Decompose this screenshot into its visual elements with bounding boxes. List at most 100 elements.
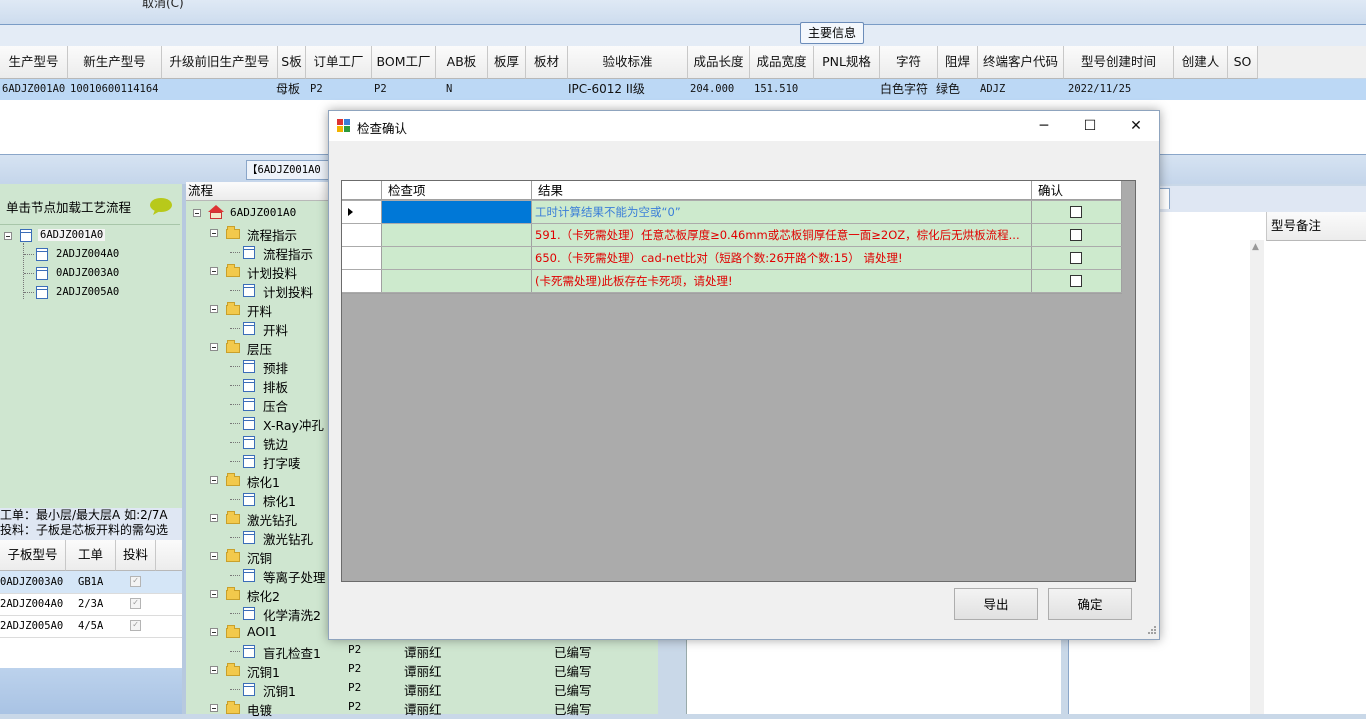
confirm-checkbox[interactable] [1070,206,1082,218]
flow-step-group[interactable]: AOI1 [247,624,277,639]
row-header[interactable] [342,224,382,246]
flow-collapse-icon[interactable] [210,305,218,313]
sub-grid-row[interactable]: 2ADJZ005A0 4/5A ✓ [0,615,182,638]
flow-step-group[interactable]: 激光钻孔 [247,510,297,529]
flow-step[interactable]: 排板 [263,377,288,396]
cancel-menu-item[interactable]: 取消(C) [142,0,184,11]
flow-step-group[interactable]: 棕化1 [247,472,280,491]
grid-header-cell: 成品宽度 [750,46,814,79]
check-result-cell: 工时计算结果不能为空或“0” [532,201,1032,223]
confirm-cell [1032,247,1122,269]
flow-step[interactable]: 沉铜1 [263,681,296,700]
flow-step[interactable]: X-Ray冲孔 [263,415,324,434]
tree-node-icon [20,229,32,242]
flow-step[interactable]: 压合 [263,396,288,415]
tree-node-child[interactable]: 0ADJZ003A0 [56,267,119,279]
grid-cell: IPC-6012 II级 [568,82,645,96]
flow-step-group[interactable]: 沉铜1 [247,662,280,681]
flow-step-group[interactable]: 沉铜 [247,548,272,567]
folder-icon [226,473,240,486]
flow-collapse-icon[interactable] [210,628,218,636]
flow-step[interactable]: 打字唛 [263,453,301,472]
flow-step[interactable]: 预排 [263,358,288,377]
flow-collapse-icon[interactable] [210,229,218,237]
check-grid-row[interactable]: (卡死需处理)此板存在卡死项，请处理! [342,270,1122,294]
flow-step[interactable]: 铣边 [263,434,288,453]
confirm-checkbox[interactable] [1070,275,1082,287]
flow-collapse-icon[interactable] [210,590,218,598]
row-header[interactable] [342,201,382,223]
export-button[interactable]: 导出 [954,588,1038,620]
flow-step-group[interactable]: 层压 [247,339,272,358]
flow-step-icon [243,455,255,468]
model-tab[interactable]: 【6ADJZ001A0 [246,160,332,180]
check-grid-header: 检查项 [382,181,532,200]
tree-line [230,252,240,253]
resize-grip-icon[interactable] [1147,625,1157,635]
maximize-button[interactable]: ☐ [1067,111,1113,141]
check-grid-row[interactable]: 650.（卡死需处理）cad-net比对（短路个数:26开路个数:15） 请处理… [342,247,1122,271]
check-item-cell[interactable] [382,247,532,269]
flow-collapse-icon[interactable] [210,552,218,560]
feed-checkbox[interactable]: ✓ [130,620,141,631]
board-tree: 6ADJZ001A0 2ADJZ004A0 0ADJZ003A0 2ADJZ005A0 [0,224,180,509]
minimize-button[interactable]: ─ [1021,111,1067,141]
row-header[interactable] [342,270,382,292]
tree-node-root[interactable]: 6ADJZ001A0 [38,229,106,241]
flow-step-group[interactable]: 计划投料 [247,263,297,282]
check-item-cell[interactable] [382,270,532,292]
sub-board-model: 2ADJZ005A0 [0,620,64,632]
flow-step-group[interactable]: 流程指示 [247,225,297,244]
flow-step-group[interactable]: 电镀 [247,700,272,719]
tree-node-child[interactable]: 2ADJZ004A0 [56,248,119,260]
feed-checkbox[interactable]: ✓ [130,598,141,609]
flow-step[interactable]: 化学清洗2 [263,605,321,624]
flow-step[interactable]: 盲孔检查1 [263,643,321,662]
main-info-bar [0,24,1366,48]
check-item-cell[interactable] [382,201,532,223]
flow-step[interactable]: 棕化1 [263,491,296,510]
sub-board-grid: 子板型号 工单 投料 0ADJZ003A0 GB1A ✓ 2ADJZ004A0 2/3A ✓ 2A… [0,540,183,668]
flow-collapse-icon[interactable] [193,209,201,217]
flow-collapse-icon[interactable] [210,267,218,275]
flow-collapse-icon[interactable] [210,343,218,351]
main-info-label: 主要信息 [800,22,864,44]
ok-button[interactable]: 确定 [1048,588,1132,620]
flow-collapse-icon[interactable] [210,514,218,522]
flow-root[interactable]: 6ADJZ001A0 [230,206,296,219]
confirm-checkbox[interactable] [1070,252,1082,264]
flow-collapse-icon[interactable] [210,476,218,484]
check-result-cell: 650.（卡死需处理）cad-net比对（短路个数:26开路个数:15） 请处理… [532,247,1032,269]
flow-step[interactable]: 激光钻孔 [263,529,313,548]
tree-collapse-icon[interactable] [4,232,12,240]
grid-header-cell: AB板 [436,46,488,79]
flow-collapse-icon[interactable] [210,704,218,712]
flow-step[interactable]: 计划投料 [263,282,313,301]
feed-checkbox[interactable]: ✓ [130,576,141,587]
check-item-cell[interactable] [382,224,532,246]
sub-grid-row[interactable]: 2ADJZ004A0 2/3A ✓ [0,593,182,616]
flow-step-icon [243,683,255,696]
flow-step[interactable]: 流程指示 [263,244,313,263]
flow-step[interactable]: 等离子处理 [263,567,326,586]
flow-step[interactable]: 开料 [263,320,288,339]
tree-line [230,423,240,424]
flow-step-group[interactable]: 开料 [247,301,272,320]
check-grid-row[interactable]: 工时计算结果不能为空或“0” [342,201,1122,225]
main-grid-row[interactable]: 6ADJZ001A0 10010600114164 母板 P2 P2 N IPC-6012 … [0,79,1366,100]
sub-grid-row[interactable]: 0ADJZ003A0 GB1A ✓ [0,571,182,594]
flow-collapse-icon[interactable] [210,666,218,674]
tree-node-child[interactable]: 2ADJZ005A0 [56,286,119,298]
confirm-checkbox[interactable] [1070,229,1082,241]
flow-step-icon [243,246,255,259]
check-grid-row[interactable]: 591.（卡死需处理）任意芯板厚度≥0.46mm或芯板铜厚任意一面≥2OZ，棕化… [342,224,1122,248]
sub-board-order: GB1A [78,576,104,588]
flow-column-header: 流程 [186,182,330,201]
flow-step-group[interactable]: 棕化2 [247,586,280,605]
row-header[interactable] [342,247,382,269]
vertical-scrollbar[interactable]: ▲ [1250,240,1264,714]
chat-bubble-icon[interactable] [149,197,173,215]
close-button[interactable]: ✕ [1113,111,1159,141]
right-tab-bar [1158,186,1366,212]
scroll-up-icon[interactable]: ▲ [1252,242,1259,252]
